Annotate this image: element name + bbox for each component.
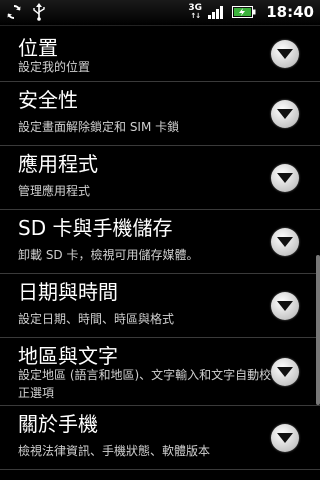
settings-item-locale-text[interactable]: 地區與文字 設定地區 (語言和地區)、文字輸入和文字自動校正選項 <box>0 338 320 406</box>
item-summary: 管理應用程式 <box>18 184 91 198</box>
item-summary: 設定日期、時間、時區與格式 <box>18 312 175 326</box>
item-title: 位置 <box>18 36 58 60</box>
settings-item-date-time[interactable]: 日期與時間 設定日期、時間、時區與格式 <box>0 274 320 338</box>
settings-item-applications[interactable]: 應用程式 管理應用程式 <box>0 146 320 210</box>
settings-item-about-phone[interactable]: 關於手機 檢視法律資訊、手機狀態、軟體版本 <box>0 406 320 470</box>
item-summary: 設定我的位置 <box>18 60 91 74</box>
item-summary: 卸載 SD 卡，檢視可用儲存媒體。 <box>18 248 199 262</box>
item-summary: 檢視法律資訊、手機狀態、軟體版本 <box>18 444 211 458</box>
item-title: SD 卡與手機儲存 <box>18 216 173 240</box>
item-summary: 設定地區 (語言和地區)、文字輸入和文字自動校正選項 <box>18 368 272 400</box>
scrollbar[interactable] <box>316 255 320 405</box>
sync-icon <box>7 4 21 20</box>
item-title: 關於手機 <box>18 412 98 436</box>
chevron-down-icon[interactable] <box>271 424 299 452</box>
network-3g-icon: 3G ↑↓ <box>188 3 203 21</box>
network-type: 3G <box>188 3 203 13</box>
item-title: 日期與時間 <box>18 280 118 304</box>
item-title: 地區與文字 <box>18 344 118 368</box>
signal-icon <box>208 6 224 19</box>
settings-item-sd-storage[interactable]: SD 卡與手機儲存 卸載 SD 卡，檢視可用儲存媒體。 <box>0 210 320 274</box>
chevron-down-icon[interactable] <box>271 40 299 68</box>
chevron-down-icon[interactable] <box>271 228 299 256</box>
chevron-down-icon[interactable] <box>271 164 299 192</box>
item-title: 安全性 <box>18 88 78 112</box>
settings-item-location[interactable]: 位置 設定我的位置 <box>0 26 320 82</box>
usb-icon <box>33 3 45 21</box>
settings-list: 位置 設定我的位置 安全性 設定畫面解除鎖定和 SIM 卡鎖 應用程式 管理應用… <box>0 26 320 470</box>
item-title: 應用程式 <box>18 152 98 176</box>
chevron-down-icon[interactable] <box>271 100 299 128</box>
item-summary: 設定畫面解除鎖定和 SIM 卡鎖 <box>18 120 180 134</box>
settings-item-security[interactable]: 安全性 設定畫面解除鎖定和 SIM 卡鎖 <box>0 82 320 146</box>
battery-charging-icon <box>232 6 256 18</box>
chevron-down-icon[interactable] <box>271 358 299 386</box>
clock: 18:40 <box>266 3 314 21</box>
status-bar: 3G ↑↓ 18:40 <box>0 0 320 26</box>
chevron-down-icon[interactable] <box>271 292 299 320</box>
